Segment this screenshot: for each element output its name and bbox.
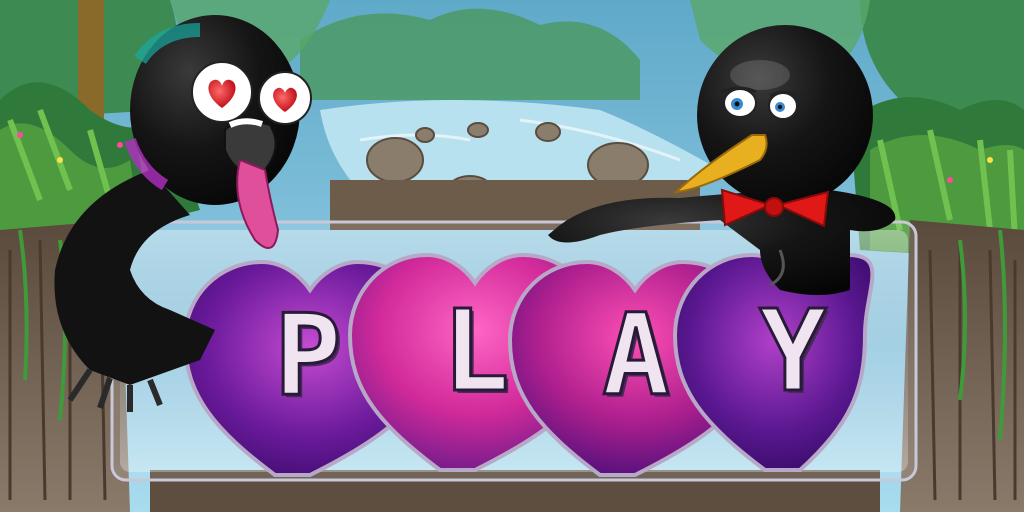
play-button[interactable] bbox=[112, 222, 916, 480]
